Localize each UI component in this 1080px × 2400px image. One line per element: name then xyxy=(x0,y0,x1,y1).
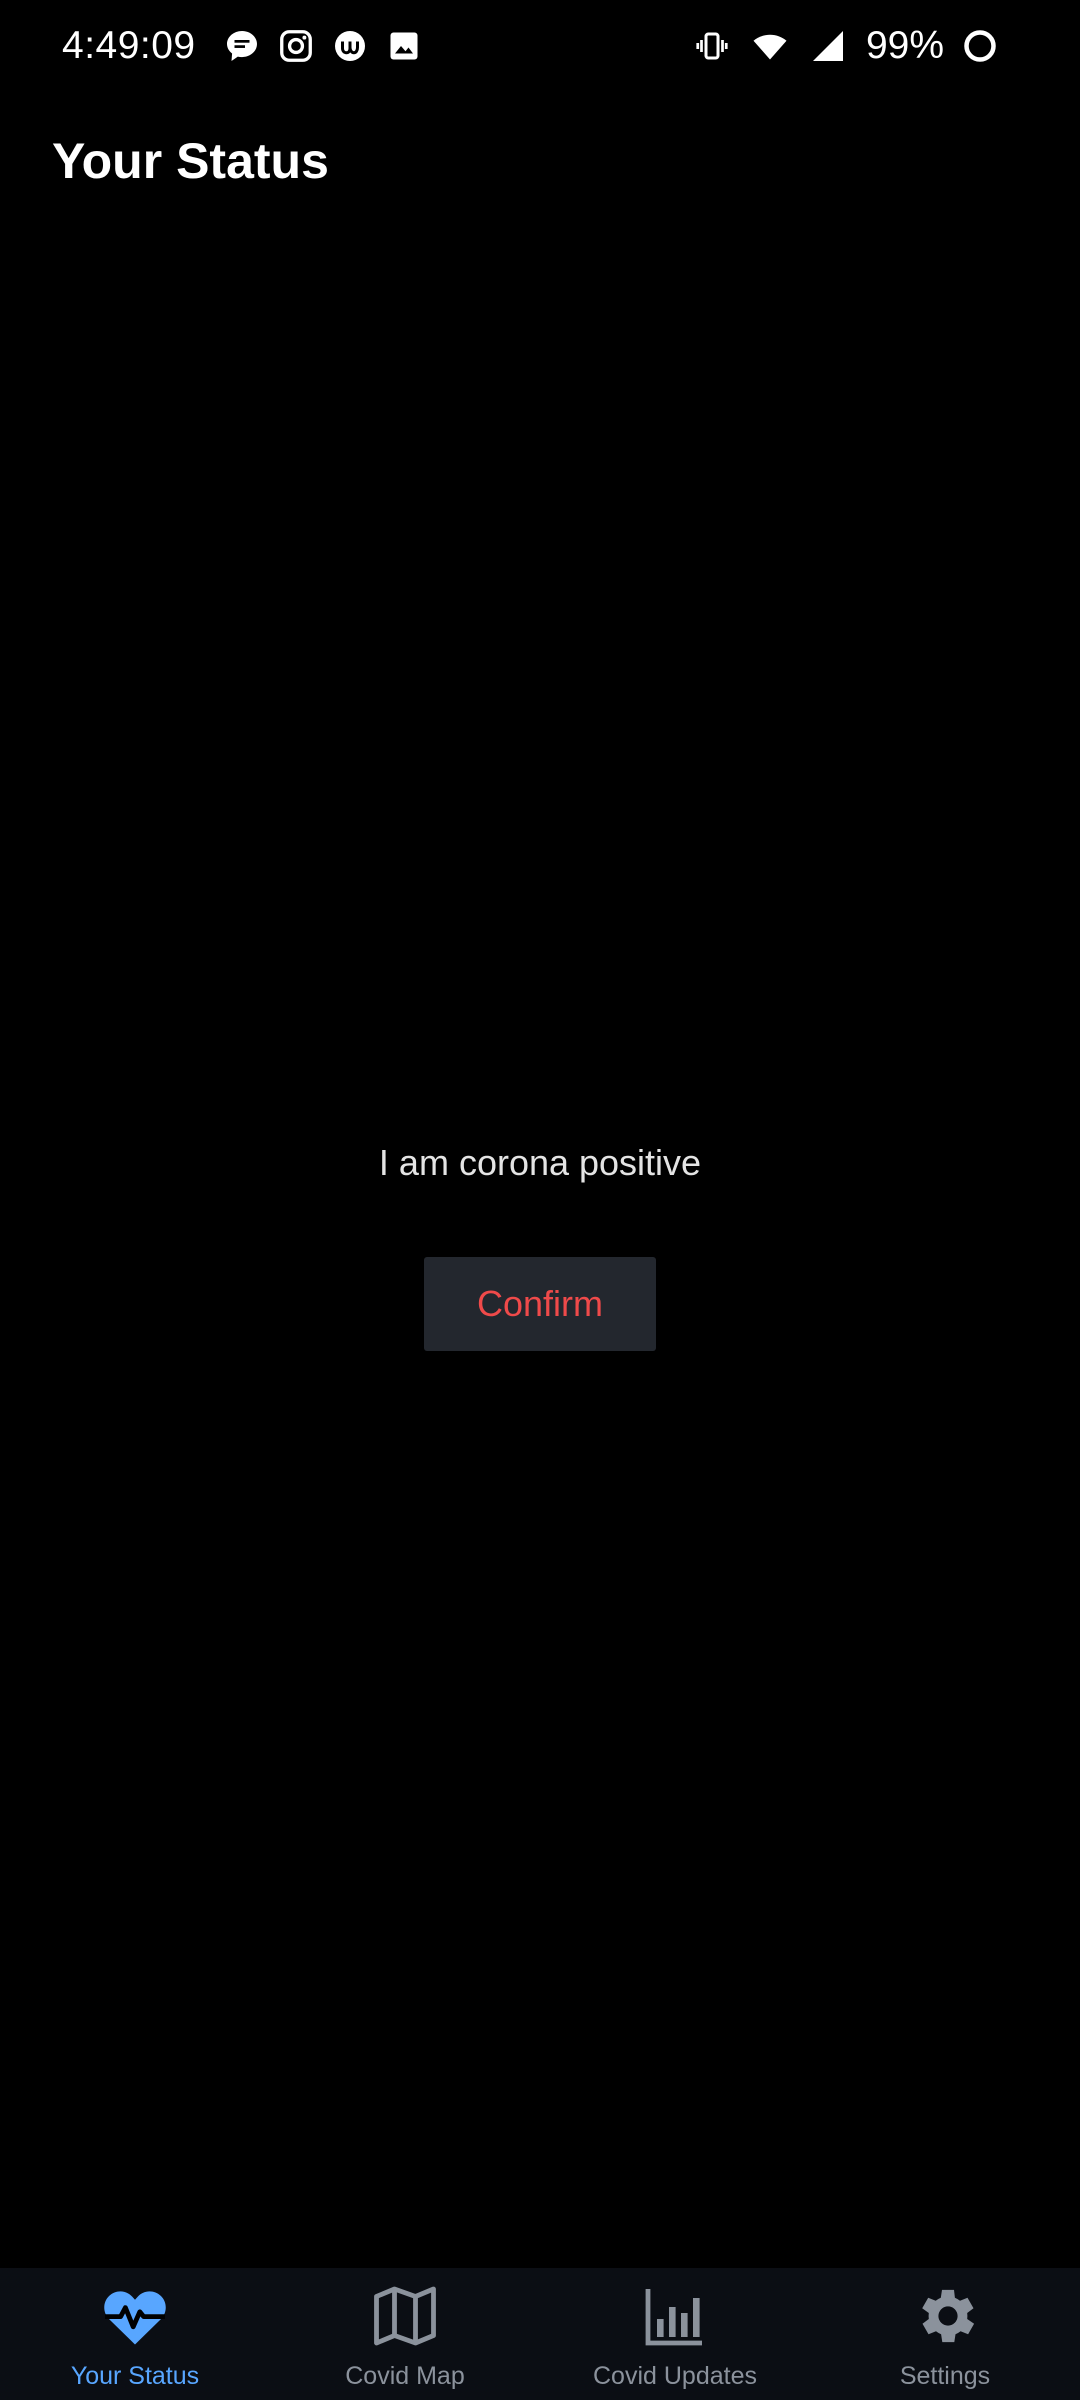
status-time: 4:49:09 xyxy=(62,24,196,67)
instagram-icon xyxy=(276,26,316,66)
nav-label-covid-updates: Covid Updates xyxy=(593,2362,757,2390)
signal-icon xyxy=(808,26,848,66)
status-bar: 4:49:09 99% xyxy=(0,0,1080,92)
nav-item-settings[interactable]: Settings xyxy=(810,2268,1080,2400)
nav-item-covid-map[interactable]: Covid Map xyxy=(270,2268,540,2400)
map-icon xyxy=(367,2278,443,2354)
app-u-icon xyxy=(330,26,370,66)
chat-bubble-icon xyxy=(222,26,262,66)
heart-pulse-icon xyxy=(97,2278,173,2354)
nav-label-covid-map: Covid Map xyxy=(345,2362,465,2390)
confirm-button[interactable]: Confirm xyxy=(424,1257,656,1351)
nav-label-settings: Settings xyxy=(899,2362,991,2390)
bottom-nav: Your Status Covid Map Covid Updates Sett… xyxy=(0,2268,1080,2400)
page-title: Your Status xyxy=(52,133,329,189)
image-icon xyxy=(384,26,424,66)
app-screen: 4:49:09 99% Your Status I am corona posi… xyxy=(0,0,1080,2400)
battery-percentage: 99% xyxy=(865,24,944,67)
bar-chart-icon xyxy=(637,2278,713,2354)
status-bar-left: 4:49:09 xyxy=(62,24,438,68)
nav-label-your-status: Your Status xyxy=(70,2362,200,2390)
status-bar-right: 99% xyxy=(692,24,1018,68)
vibrate-icon xyxy=(692,26,732,66)
nav-item-your-status[interactable]: Your Status xyxy=(0,2268,270,2400)
gear-icon xyxy=(907,2278,983,2354)
wifi-icon xyxy=(750,26,790,66)
nav-item-covid-updates[interactable]: Covid Updates xyxy=(540,2268,810,2400)
status-statement: I am corona positive xyxy=(378,1142,702,1183)
battery-ring-icon xyxy=(960,26,1000,66)
